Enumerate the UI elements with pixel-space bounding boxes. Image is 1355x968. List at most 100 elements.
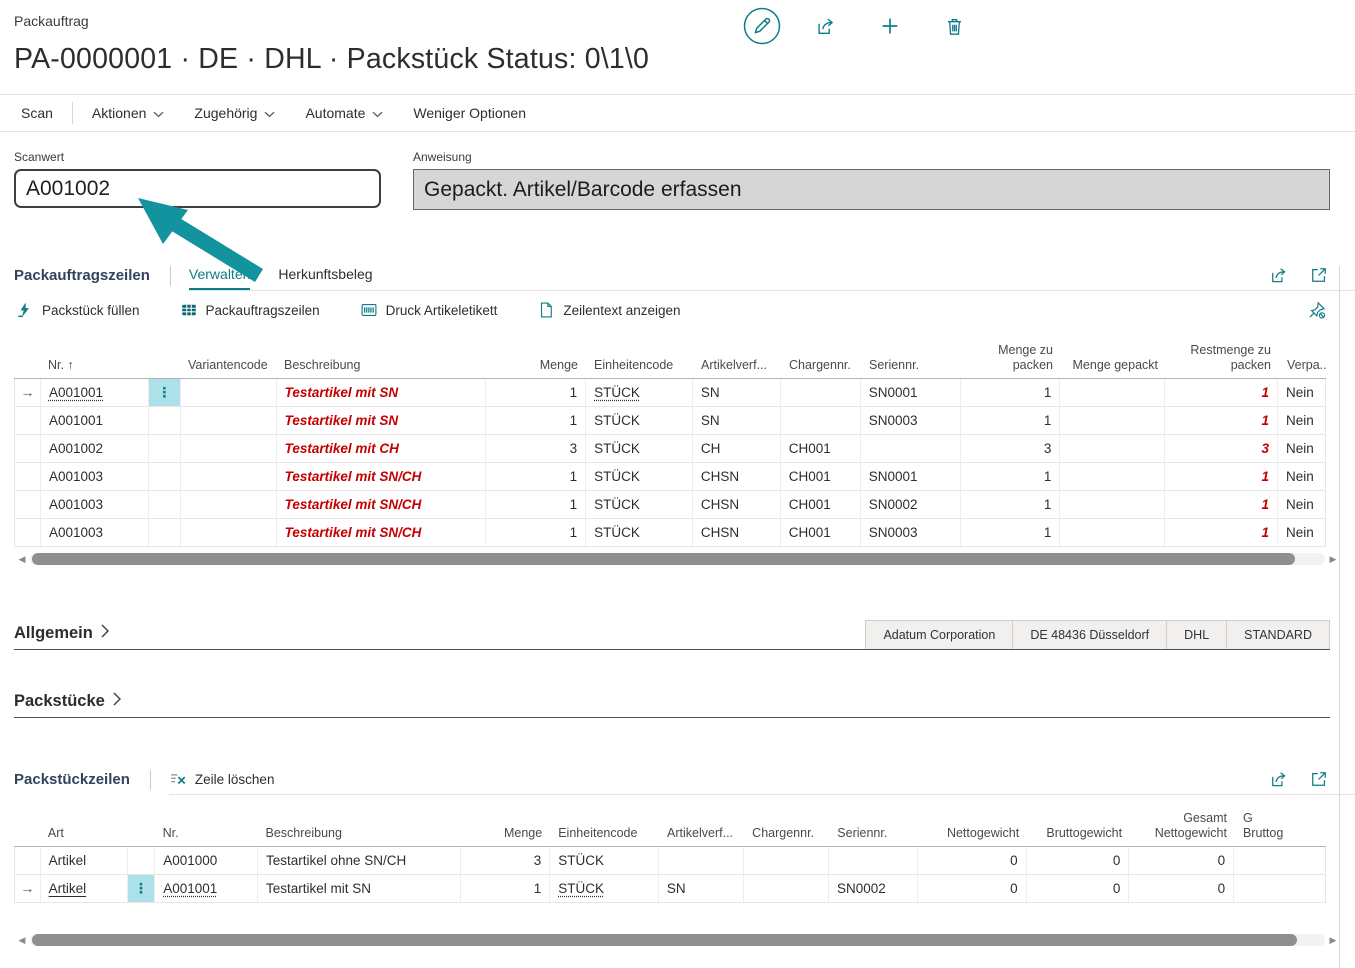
cell-variantencode[interactable] <box>181 519 277 546</box>
cell-restmenge_zu_packen[interactable]: 1 <box>1165 407 1279 434</box>
cell-chargennr[interactable] <box>781 379 861 406</box>
summary-tile[interactable]: DE 48436 Düsseldorf <box>1012 621 1167 649</box>
col-header-nettogewicht[interactable]: Nettogewicht <box>918 826 1027 841</box>
cell-nr[interactable]: A001000 <box>155 847 258 874</box>
cell-menge_zu_packen[interactable]: 1 <box>961 407 1061 434</box>
cell-menge[interactable]: 1 <box>486 491 587 518</box>
cell-verpackt[interactable]: Nein <box>1278 463 1325 490</box>
cell-menge_gepackt[interactable] <box>1060 463 1166 490</box>
action-packstück-füllen[interactable]: Packstück füllen <box>16 301 140 319</box>
col-header-gesamt-bruttogewicht[interactable]: G Bruttog <box>1235 811 1326 841</box>
scroll-thumb[interactable] <box>32 934 1297 946</box>
cell-menge[interactable]: 1 <box>486 463 587 490</box>
cell-gesamt_bruttogewicht[interactable] <box>1234 847 1325 874</box>
cell-menge_zu_packen[interactable]: 1 <box>961 379 1061 406</box>
cell-artikelverfolgung[interactable]: SN <box>693 379 781 406</box>
col-header-chargennr[interactable]: Chargennr. <box>744 826 829 841</box>
share-icon[interactable] <box>1269 769 1289 789</box>
cell-beschreibung[interactable]: Testartikel mit SN/CH <box>277 491 487 518</box>
menu-item-automate[interactable]: Automate <box>290 95 398 131</box>
cell-nr[interactable]: A001001 <box>155 875 258 902</box>
breadcrumb[interactable]: Packauftrag <box>14 13 89 29</box>
menu-item-weniger-optionen[interactable]: Weniger Optionen <box>398 95 541 131</box>
cell-chargennr[interactable] <box>781 407 861 434</box>
cell-restmenge_zu_packen[interactable]: 3 <box>1165 435 1279 462</box>
cell-beschreibung[interactable]: Testartikel mit SN/CH <box>277 463 487 490</box>
cell-nr[interactable]: A001003 <box>41 463 149 490</box>
cell-seriennr[interactable]: SN0001 <box>861 463 961 490</box>
table-row[interactable]: A001003 Testartikel mit SN/CH 1 STÜCK CHSN CH… <box>14 491 1326 519</box>
table-row[interactable]: → A001001 ⋮ Testartikel mit SN 1 STÜCK SN SN000… <box>14 379 1326 407</box>
summary-tile[interactable]: STANDARD <box>1226 621 1329 649</box>
cell-verpackt[interactable]: Nein <box>1278 435 1325 462</box>
cell-menge_gepackt[interactable] <box>1060 491 1166 518</box>
cell-einheitencode[interactable]: STÜCK <box>550 875 659 902</box>
action-packauftragszeilen[interactable]: Packauftragszeilen <box>180 301 320 319</box>
cell-restmenge_zu_packen[interactable]: 1 <box>1165 379 1279 406</box>
tab-verwalten[interactable]: Verwalten <box>188 260 251 290</box>
col-header-beschreibung[interactable]: Beschreibung <box>276 358 486 373</box>
cell-seriennr[interactable] <box>829 847 918 874</box>
cell-chargennr[interactable]: CH001 <box>781 435 861 462</box>
cell-menge[interactable]: 1 <box>486 407 587 434</box>
cell-menge[interactable]: 1 <box>461 875 551 902</box>
menu-item-zugehörig[interactable]: Zugehörig <box>179 95 290 131</box>
cell-chargennr[interactable]: CH001 <box>781 519 861 546</box>
plus-icon[interactable] <box>870 6 910 46</box>
col-header-menge[interactable]: Menge <box>461 826 550 841</box>
cell-variantencode[interactable] <box>181 379 277 406</box>
cell-beschreibung[interactable]: Testartikel mit SN <box>277 407 487 434</box>
cell-bruttogewicht[interactable]: 0 <box>1027 875 1130 902</box>
cell-menge_zu_packen[interactable]: 1 <box>961 463 1061 490</box>
cell-nr[interactable]: A001003 <box>41 491 149 518</box>
summary-tile[interactable]: DHL <box>1166 621 1227 649</box>
col-header-seriennr[interactable]: Seriennr. <box>829 826 918 841</box>
cell-gesamt_nettogewicht[interactable]: 0 <box>1129 875 1235 902</box>
cell-menge_gepackt[interactable] <box>1060 519 1166 546</box>
open-in-window-icon[interactable] <box>1309 769 1329 789</box>
fasttab-packstuecke[interactable]: Packstücke <box>14 684 1330 718</box>
action-zeilentext-anzeigen[interactable]: Zeilentext anzeigen <box>537 301 681 319</box>
cell-variantencode[interactable] <box>181 407 277 434</box>
row-menu-button[interactable] <box>149 463 181 490</box>
cell-einheitencode[interactable]: STÜCK <box>586 519 693 546</box>
table-row[interactable]: A001003 Testartikel mit SN/CH 1 STÜCK CHSN CH… <box>14 519 1326 547</box>
cell-gesamt_bruttogewicht[interactable] <box>1234 875 1325 902</box>
col-header-art[interactable]: Art <box>40 826 155 841</box>
cell-nettogewicht[interactable]: 0 <box>918 875 1027 902</box>
cell-menge_gepackt[interactable] <box>1060 407 1166 434</box>
cell-artikelverfolgung[interactable]: CHSN <box>693 519 781 546</box>
cell-seriennr[interactable]: SN0002 <box>829 875 918 902</box>
col-header-beschreibung[interactable]: Beschreibung <box>258 826 462 841</box>
col-header-nr[interactable]: Nr. ↑ <box>40 358 180 373</box>
table-row[interactable]: A001002 Testartikel mit CH 3 STÜCK CH CH001 3 3… <box>14 435 1326 463</box>
col-header-gesamt-nettogewicht[interactable]: Gesamt Nettogewicht <box>1130 811 1235 841</box>
cell-seriennr[interactable]: SN0002 <box>861 491 961 518</box>
scroll-track[interactable] <box>30 553 1325 565</box>
cell-bruttogewicht[interactable]: 0 <box>1027 847 1130 874</box>
scroll-left-icon[interactable]: ◀ <box>14 933 30 947</box>
cell-menge_gepackt[interactable] <box>1060 435 1166 462</box>
cell-nettogewicht[interactable]: 0 <box>918 847 1027 874</box>
tab-herkunftsbeleg[interactable]: Herkunftsbeleg <box>278 260 372 290</box>
cell-chargennr[interactable] <box>744 847 829 874</box>
cell-menge[interactable]: 3 <box>486 435 587 462</box>
cell-variantencode[interactable] <box>181 463 277 490</box>
cell-restmenge_zu_packen[interactable]: 1 <box>1165 463 1279 490</box>
cell-verpackt[interactable]: Nein <box>1278 379 1325 406</box>
col-header-menge-zu-packen[interactable]: Menge zu packen <box>961 343 1061 373</box>
row-menu-button[interactable] <box>128 847 156 874</box>
cell-artikelverfolgung[interactable] <box>659 847 744 874</box>
cell-nr[interactable]: A001002 <box>41 435 149 462</box>
menu-item-scan[interactable]: Scan <box>6 95 68 131</box>
cell-menge_gepackt[interactable] <box>1060 379 1166 406</box>
fasttab-allgemein[interactable]: Allgemein Adatum Corporation DE 48436 Düs… <box>14 616 1330 650</box>
col-header-artikelverfolgung[interactable]: Artikelverf... <box>659 826 744 841</box>
cell-beschreibung[interactable]: Testartikel ohne SN/CH <box>258 847 462 874</box>
row-menu-button[interactable]: ⋮ <box>148 379 181 406</box>
cell-menge_zu_packen[interactable]: 1 <box>961 491 1061 518</box>
cell-menge[interactable]: 1 <box>486 379 587 406</box>
table-row[interactable]: Artikel A001000 Testartikel ohne SN/CH 3 STÜ… <box>14 847 1326 875</box>
table-row[interactable]: → Artikel ⋮ A001001 Testartikel mit SN 1 STÜCK… <box>14 875 1326 903</box>
cell-menge_zu_packen[interactable]: 3 <box>961 435 1061 462</box>
